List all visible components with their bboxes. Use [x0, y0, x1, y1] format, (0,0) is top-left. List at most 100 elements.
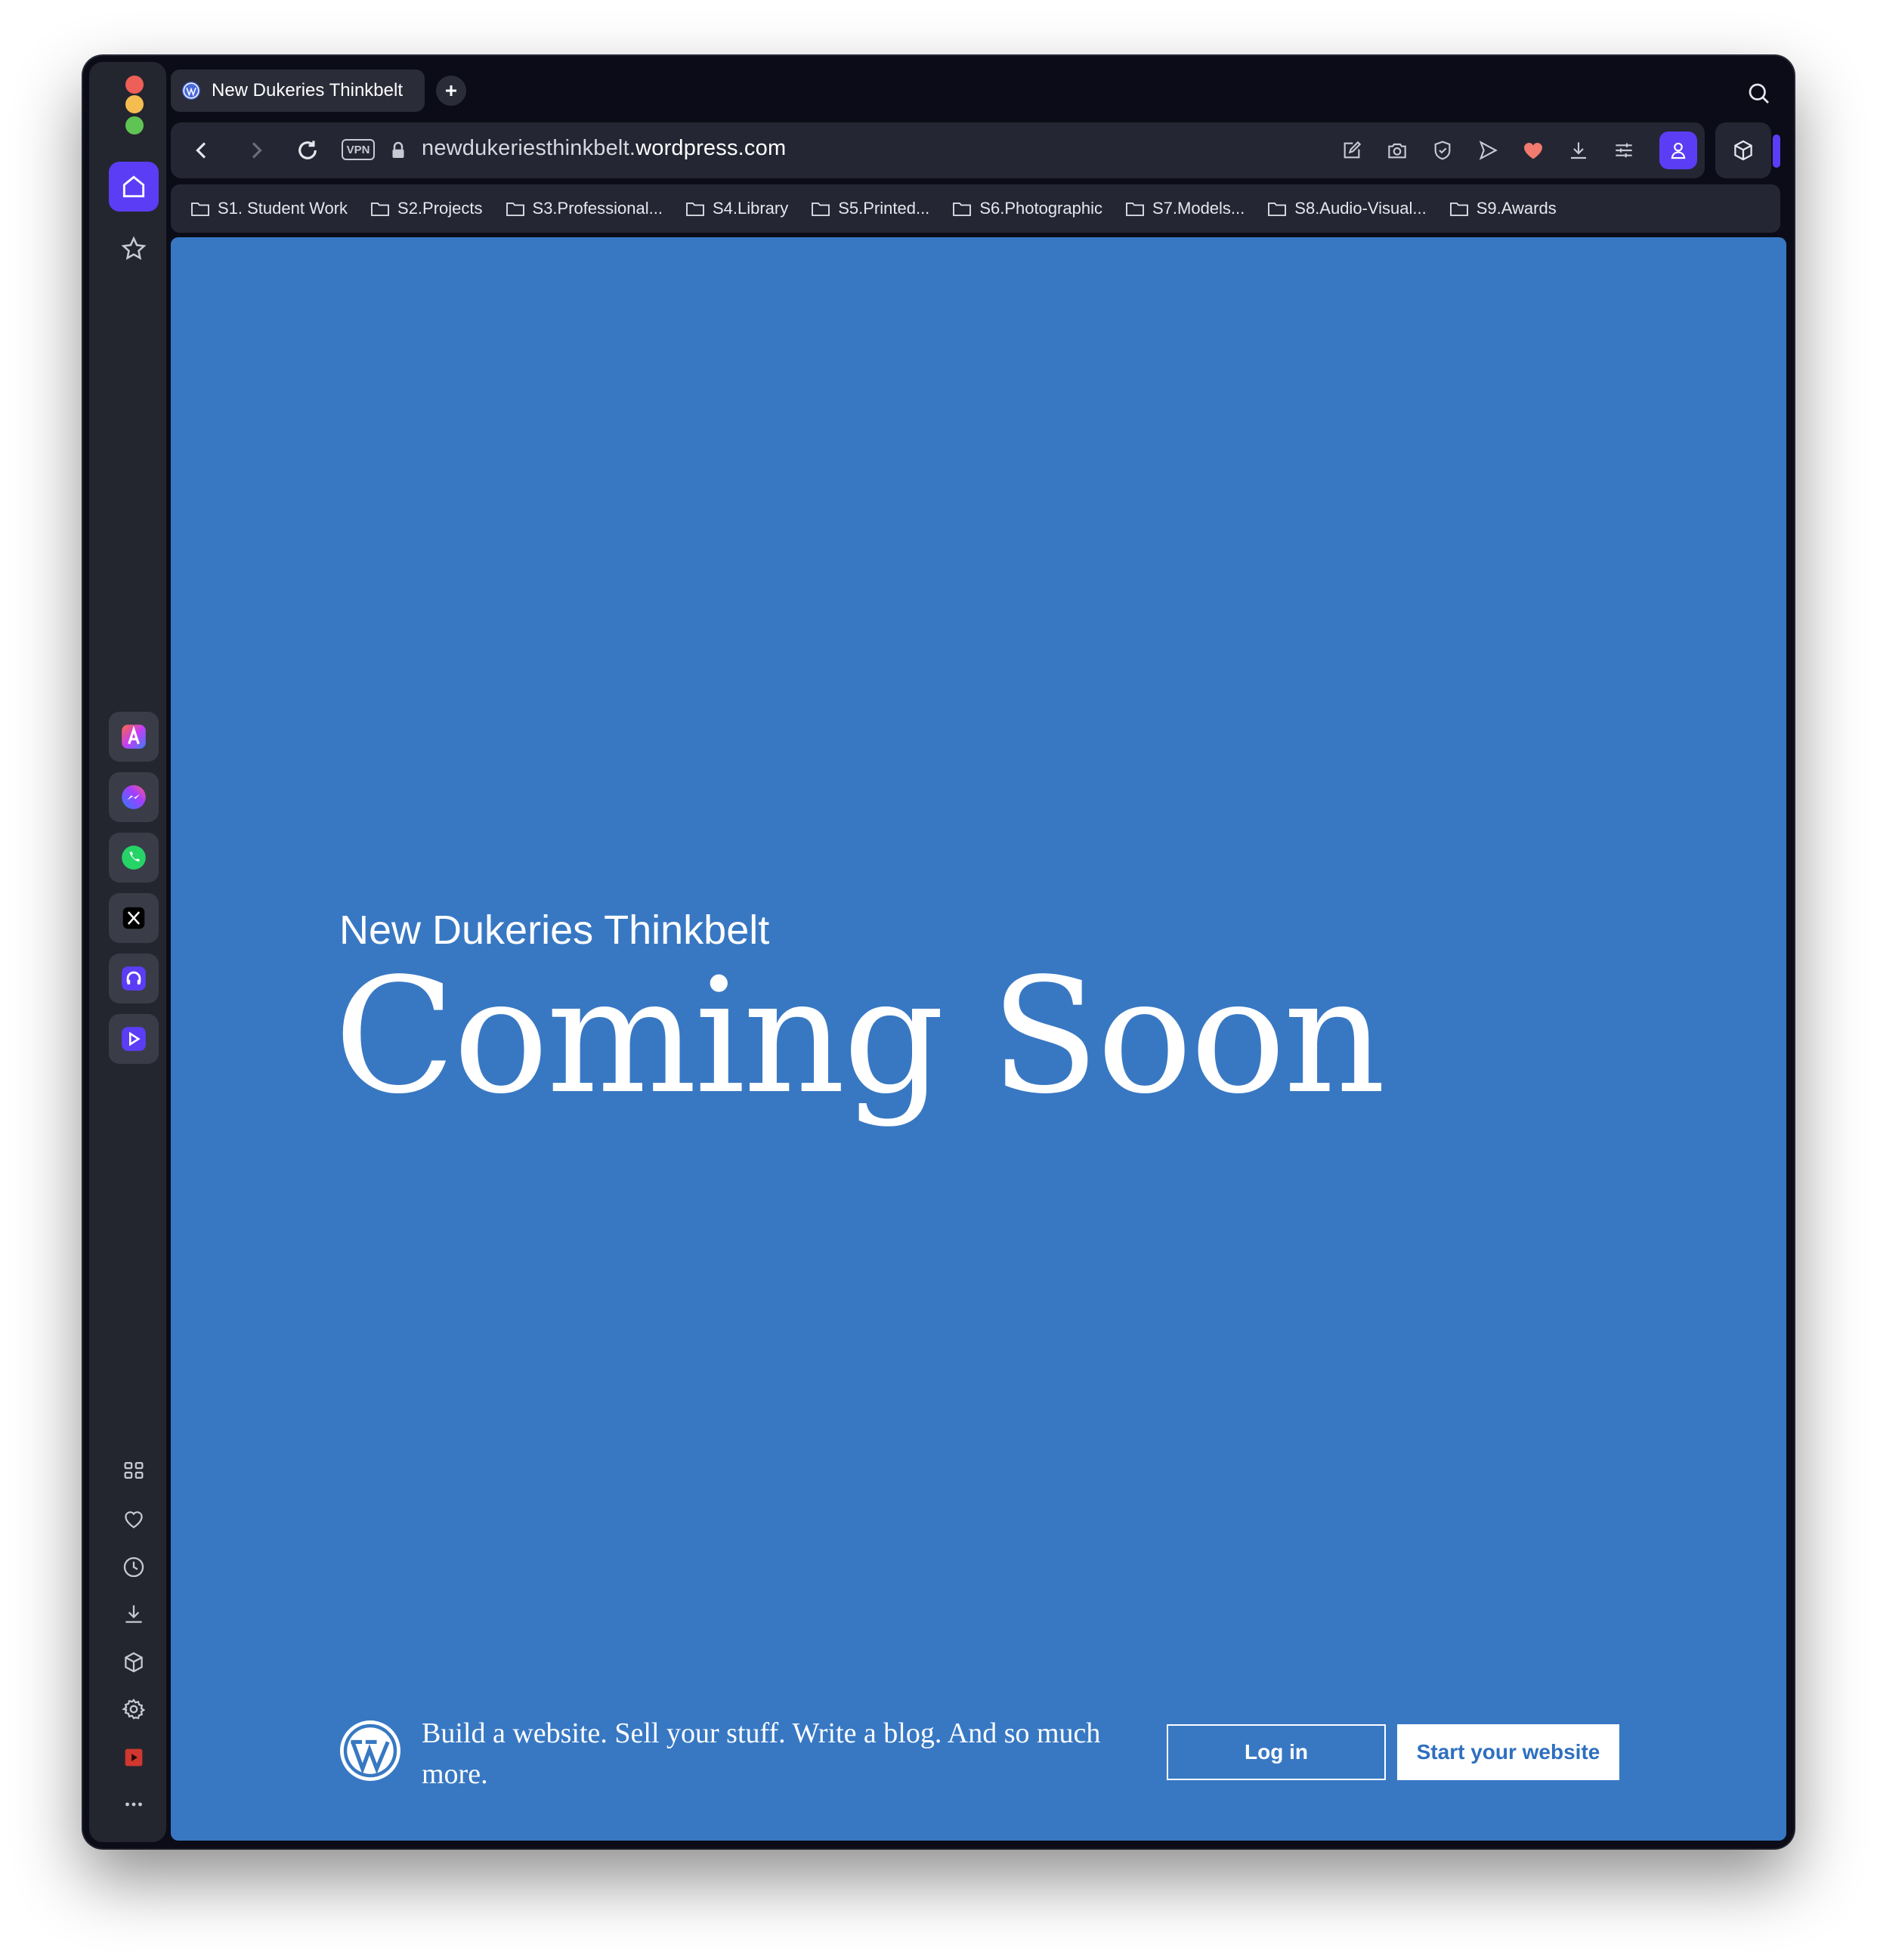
login-button[interactable]: Log in [1167, 1724, 1386, 1780]
lock-icon [392, 141, 404, 158]
player-icon [122, 1027, 146, 1051]
profile-icon [1671, 142, 1686, 159]
plus-icon [446, 85, 456, 96]
settings-button[interactable] [114, 1689, 153, 1729]
footer-tagline: Build a website. Sell your stuff. Write … [422, 1717, 1101, 1790]
download-icon [1571, 142, 1586, 159]
extensions-button[interactable] [114, 1643, 153, 1682]
my-flow-button[interactable] [1519, 136, 1548, 165]
accent-bar [1773, 134, 1780, 168]
bookmark-item[interactable]: S8.Audio-Visual... [1267, 199, 1427, 218]
minimize-window-button[interactable] [125, 95, 144, 113]
heart-icon [125, 1511, 143, 1529]
downloads-button[interactable] [114, 1594, 153, 1634]
aria-button[interactable] [109, 712, 159, 762]
edit-icon [1344, 141, 1362, 159]
bookmark-item[interactable]: S5.Printed... [811, 199, 929, 218]
bookmark-label: S8.Audio-Visual... [1294, 199, 1427, 218]
bookmark-label: S9.Awards [1476, 199, 1557, 218]
bookmark-item[interactable]: S9.Awards [1449, 199, 1557, 218]
history-button[interactable] [114, 1547, 153, 1587]
tab-title: New Dukeries Thinkbelt [212, 80, 403, 100]
shield-icon [1434, 141, 1451, 160]
bookmark-item[interactable]: S6.Photographic [952, 199, 1102, 218]
folder-icon [1449, 202, 1468, 216]
reload-icon[interactable] [293, 136, 322, 165]
folder-icon [812, 202, 830, 216]
gear-icon [122, 1699, 146, 1720]
bookmark-label: S7.Models... [1152, 199, 1245, 218]
bookmark-item[interactable]: S2.Projects [370, 199, 483, 218]
whatsapp-button[interactable] [109, 833, 159, 883]
url-prefix: newdukeriesthinkbelt. [422, 136, 636, 160]
whatsapp-icon [122, 846, 146, 870]
maximize-window-button[interactable] [125, 116, 144, 134]
home-button[interactable] [109, 162, 159, 212]
back-icon[interactable] [187, 136, 216, 165]
web-page: New Dukeries Thinkbelt Coming Soon Build… [171, 237, 1786, 1841]
profile-button[interactable] [1659, 131, 1697, 169]
settings-sliders-icon [1616, 143, 1632, 158]
bookmark-item[interactable]: S1. Student Work [190, 199, 348, 218]
wordpress-icon [182, 82, 200, 100]
folder-icon [1268, 202, 1287, 216]
send-icon [1479, 141, 1498, 160]
extensions-toolbar-button[interactable] [1715, 122, 1771, 178]
video-button[interactable] [114, 1738, 153, 1777]
heart-filled-icon [1524, 143, 1542, 159]
adblock-button[interactable] [1428, 136, 1457, 165]
new-tab-button[interactable] [436, 76, 466, 106]
x-button[interactable] [109, 893, 159, 943]
flow-button[interactable] [1473, 136, 1502, 165]
coming-soon-heading: Coming Soon [334, 944, 1386, 1129]
toolbar-downloads-button[interactable] [1564, 136, 1593, 165]
music-icon [122, 966, 146, 991]
home-icon [122, 175, 145, 198]
bookmark-label: S5.Printed... [838, 199, 930, 218]
bookmark-label: S1. Student Work [218, 199, 348, 218]
bookmark-label: S2.Projects [397, 199, 483, 218]
cube-icon [125, 1652, 143, 1673]
vpn-badge[interactable]: VPN [342, 139, 375, 160]
url-domain: wordpress.com [635, 136, 787, 160]
messenger-icon [122, 785, 146, 809]
download-icon [125, 1605, 142, 1623]
favorites-button[interactable] [114, 1499, 153, 1538]
url-field[interactable]: newdukeriesthinkbelt.wordpress.com [422, 136, 786, 161]
folder-icon [686, 202, 704, 216]
more-icon [125, 1802, 142, 1807]
folder-icon [371, 202, 389, 216]
folder-icon [506, 202, 524, 216]
player-button[interactable] [109, 1014, 159, 1064]
cube-icon [1734, 140, 1752, 161]
star-button[interactable] [109, 224, 159, 274]
easy-setup-button[interactable] [1610, 136, 1638, 165]
bookmarks-bar: S1. Student Work S2.Projects S3.Profession… [171, 184, 1780, 233]
start-website-button[interactable]: Start your website [1397, 1724, 1619, 1780]
bookmark-item[interactable]: S7.Models... [1125, 199, 1245, 218]
bookmark-item[interactable]: S4.Library [685, 199, 788, 218]
tab-active[interactable]: New Dukeries Thinkbelt [171, 70, 425, 112]
messenger-button[interactable] [109, 772, 159, 822]
forward-icon[interactable] [242, 136, 271, 165]
more-button[interactable] [114, 1785, 153, 1824]
star-icon [121, 236, 147, 260]
history-icon [123, 1557, 144, 1578]
sidebar [89, 62, 166, 1842]
workspaces-button[interactable] [114, 1451, 153, 1490]
bookmark-label: S4.Library [712, 199, 789, 218]
bookmark-label: S6.Photographic [979, 199, 1102, 218]
x-icon [122, 907, 145, 929]
bookmark-item[interactable]: S3.Professional... [506, 199, 663, 218]
address-bar: VPN newdukeriesthinkbelt.wordpress.com [171, 122, 1705, 178]
search-icon[interactable] [1746, 80, 1773, 107]
snapshot-button[interactable] [1383, 136, 1412, 165]
close-window-button[interactable] [125, 76, 144, 94]
grid-icon [124, 1461, 144, 1479]
camera-icon [1388, 143, 1406, 159]
music-button[interactable] [109, 954, 159, 1003]
bookmark-label: S3.Professional... [532, 199, 663, 218]
snapshot-edit-button[interactable] [1337, 136, 1366, 165]
wordpress-logo-icon[interactable] [339, 1720, 401, 1782]
video-icon [125, 1748, 143, 1767]
